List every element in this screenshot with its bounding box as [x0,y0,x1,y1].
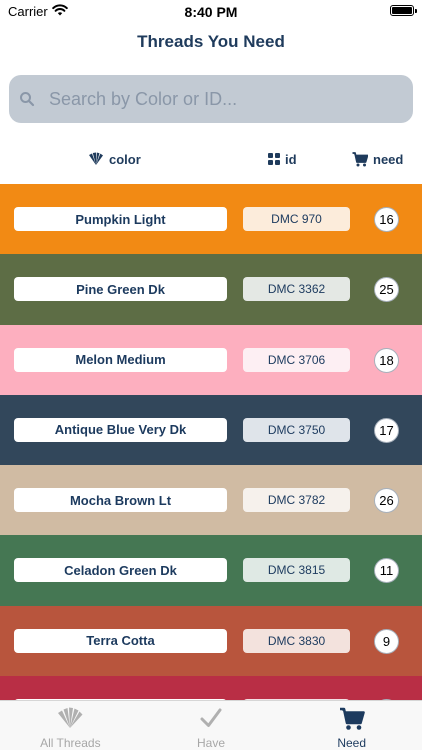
page-title: Threads You Need [137,32,285,51]
need-count-badge[interactable]: 25 [374,277,399,303]
search-icon [20,92,35,107]
need-count-badge[interactable]: 9 [374,628,399,654]
sort-by-need-button[interactable]: need [352,150,403,168]
status-time: 8:40 PM [184,4,238,20]
thread-row[interactable]: Celadon Green Dk DMC 3815 11 [0,535,422,606]
thread-row[interactable]: Antique Blue Very Dk DMC 3750 17 [0,394,422,466]
thread-row[interactable]: Pine Green Dk DMC 3362 25 [0,254,422,325]
need-count-badge[interactable]: 17 [374,417,399,443]
tab-bar: All Threads Have Need [0,700,422,750]
tab-have-label: Have [197,736,226,750]
thread-id: DMC 970 [243,207,350,231]
thread-row[interactable]: Mocha Brown Lt DMC 3782 26 [0,465,422,536]
thread-id: DMC 3362 [243,277,350,302]
thread-row[interactable]: Pumpkin Light DMC 970 16 [0,184,422,255]
thread-id: DMC 3706 [243,347,350,372]
thread-id: DMC 3830 [243,628,350,653]
thread-name: Pumpkin Light [14,207,227,231]
thread-name: Pine Green Dk [14,277,227,302]
tab-need-label: Need [337,736,367,750]
tab-all-threads[interactable]: All Threads [0,701,141,750]
thread-name: Mocha Brown Lt [14,488,227,513]
thread-name: Terra Cotta [14,628,227,653]
thread-name: Melon Medium [14,347,227,372]
cart-icon [352,151,368,166]
need-count-badge[interactable]: 11 [374,558,399,584]
battery-icon [390,5,417,16]
sort-by-id-button[interactable]: id [268,150,297,168]
thread-row[interactable]: Melon Medium DMC 3706 18 [0,324,422,395]
status-bar: Carrier 8:40 PM [0,0,422,24]
threads-icon [58,707,83,728]
thread-id: DMC 3750 [243,417,350,442]
tab-have[interactable]: Have [141,701,282,750]
tab-need[interactable]: Need [281,701,422,750]
search-bar[interactable] [9,75,413,123]
need-count-badge[interactable]: 26 [374,488,399,514]
need-count-badge[interactable]: 16 [374,207,399,232]
thread-row[interactable]: Terra Cotta DMC 3830 9 [0,605,422,677]
color-column-label: color [109,151,141,167]
grid-icon [268,153,280,165]
thread-fan-icon [89,152,103,165]
need-column-label: need [373,151,404,167]
thread-id: DMC 3782 [243,488,350,513]
thread-row[interactable] [0,676,422,700]
search-input[interactable] [49,75,405,123]
need-count-badge[interactable]: 18 [374,347,399,373]
checkmark-icon [200,708,222,727]
thread-name: Antique Blue Very Dk [14,417,227,442]
tab-all-threads-label: All Threads [40,736,101,750]
id-column-label: id [285,151,297,167]
thread-id: DMC 3815 [243,558,350,583]
sort-by-color-button[interactable]: color [88,150,141,168]
thread-name: Celadon Green Dk [14,558,227,583]
cart-icon [339,707,365,730]
thread-list[interactable]: Pumpkin Light DMC 970 16 Pine Green Dk DMC 3… [0,184,422,700]
